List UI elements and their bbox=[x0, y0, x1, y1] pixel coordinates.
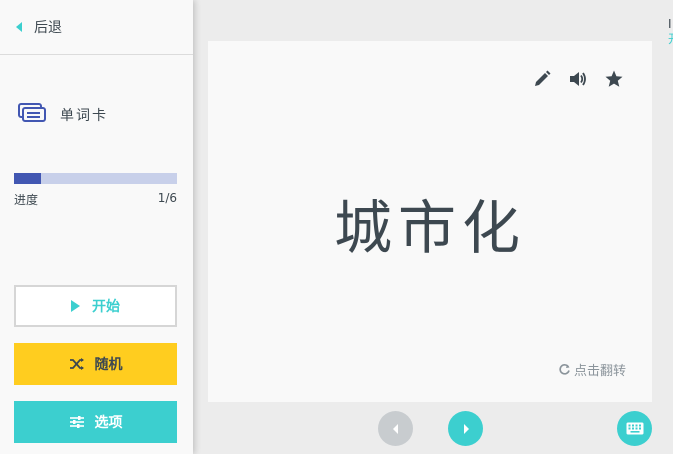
star-icon[interactable] bbox=[604, 69, 624, 89]
chevron-right-icon bbox=[463, 423, 469, 434]
progress-info: 进度 1/6 bbox=[14, 191, 177, 208]
progress-count: 1/6 bbox=[157, 191, 177, 205]
sliders-icon bbox=[69, 415, 85, 429]
shuffle-icon bbox=[69, 357, 85, 371]
keyboard-shortcuts-button[interactable] bbox=[617, 411, 652, 446]
next-card-button[interactable] bbox=[448, 411, 483, 446]
refresh-icon bbox=[559, 364, 570, 375]
audio-icon[interactable] bbox=[568, 69, 588, 89]
start-label: 开始 bbox=[92, 299, 120, 315]
chevron-left-icon bbox=[392, 423, 398, 434]
progress-fill bbox=[14, 173, 42, 184]
start-button[interactable]: 开始 bbox=[14, 285, 177, 327]
options-label: 选项 bbox=[94, 415, 123, 431]
play-icon bbox=[71, 300, 80, 312]
flip-hint[interactable]: 点击翻转 bbox=[558, 360, 626, 379]
card-toolbar bbox=[532, 69, 624, 89]
previous-card-button[interactable] bbox=[378, 411, 413, 446]
mode-label: 单词卡 bbox=[60, 108, 108, 124]
edge-line-1: I bbox=[668, 17, 672, 31]
progress-label: 进度 bbox=[14, 193, 39, 207]
shuffle-button[interactable]: 随机 bbox=[14, 343, 177, 385]
card-term: 城市化 bbox=[333, 194, 526, 262]
back-label: 后退 bbox=[34, 20, 62, 36]
sidebar: 后退 单词卡 进度 1/6 开始 随机 选项 bbox=[0, 0, 193, 454]
progress-bar bbox=[14, 173, 177, 184]
study-mode: 单词卡 bbox=[18, 103, 108, 127]
clipped-side-panel-text: I 开 bbox=[668, 17, 673, 47]
keyboard-icon bbox=[626, 422, 643, 435]
edge-line-2[interactable]: 开 bbox=[668, 32, 673, 47]
flip-hint-label: 点击翻转 bbox=[573, 364, 626, 379]
flashcard[interactable]: 城市化 点击翻转 bbox=[208, 41, 652, 402]
flashcards-icon bbox=[18, 103, 46, 127]
edit-icon[interactable] bbox=[532, 69, 552, 89]
back-caret-icon bbox=[16, 22, 22, 32]
options-button[interactable]: 选项 bbox=[14, 401, 177, 443]
back-button[interactable]: 后退 bbox=[0, 0, 193, 55]
random-label: 随机 bbox=[94, 357, 123, 373]
